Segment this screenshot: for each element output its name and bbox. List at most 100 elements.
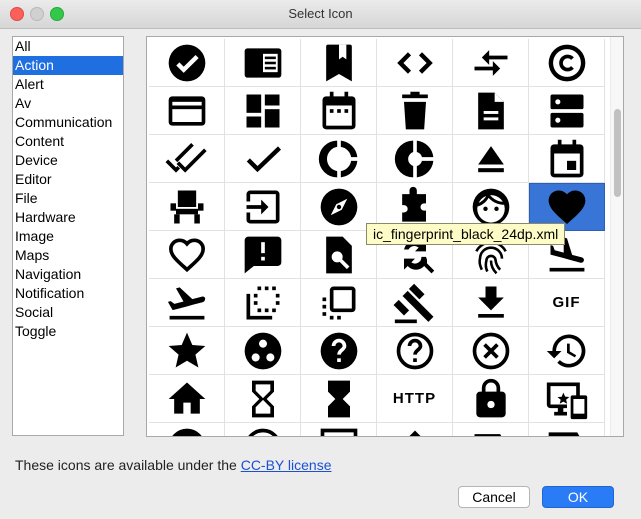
icon-cell-label-outline[interactable] xyxy=(529,423,605,436)
highlight-off-icon xyxy=(472,332,509,369)
code-icon xyxy=(396,51,433,74)
category-item-device[interactable]: Device xyxy=(13,151,123,170)
icon-cell-dashboard[interactable] xyxy=(225,87,301,135)
icon-cell-description[interactable] xyxy=(453,87,529,135)
event-seat-icon xyxy=(170,190,203,223)
icon-cell-gavel[interactable] xyxy=(377,279,453,327)
icon-cell-credit-card[interactable] xyxy=(149,87,225,135)
icon-cell-grade[interactable] xyxy=(149,327,225,375)
license-link[interactable]: CC-BY license xyxy=(241,457,332,473)
category-item-hardware[interactable]: Hardware xyxy=(13,208,123,227)
favorite-border-icon xyxy=(168,237,205,272)
icon-cell-check-circle[interactable] xyxy=(149,39,225,87)
scrollbar-thumb[interactable] xyxy=(614,109,621,197)
invert-colors-icon xyxy=(408,430,421,436)
icon-cell-event[interactable] xyxy=(529,135,605,183)
icon-cell-feedback[interactable] xyxy=(225,231,301,279)
icon-cell-hourglass-empty[interactable] xyxy=(225,375,301,423)
gavel-icon xyxy=(393,283,434,323)
done-icon xyxy=(246,145,281,172)
copyright-icon xyxy=(548,44,585,81)
icon-cell-help[interactable] xyxy=(301,327,377,375)
icon-cell-important-devices[interactable] xyxy=(529,375,605,423)
icon-cell-code[interactable] xyxy=(377,39,453,87)
icon-cell-favorite-border[interactable] xyxy=(149,231,225,279)
title-bar: Select Icon xyxy=(0,0,641,29)
category-list[interactable]: All Action Alert Av Communication Content Devi… xyxy=(12,36,124,436)
icon-cell-help-outline[interactable] xyxy=(377,327,453,375)
icon-cell-exit-to-app[interactable] xyxy=(225,183,301,231)
icon-cell-home[interactable] xyxy=(149,375,225,423)
icon-cell-delete[interactable] xyxy=(377,87,453,135)
category-item-maps[interactable]: Maps xyxy=(13,246,123,265)
eject-icon xyxy=(477,145,504,172)
gif-icon: GIF xyxy=(552,294,581,311)
icon-cell-date-range[interactable] xyxy=(301,87,377,135)
icon-tooltip: ic_fingerprint_black_24dp.xml xyxy=(366,223,566,245)
category-item-all[interactable]: All xyxy=(13,37,123,56)
donut-small-icon xyxy=(394,140,433,177)
category-item-social[interactable]: Social xyxy=(13,303,123,322)
icon-cell-bookmark[interactable] xyxy=(301,39,377,87)
license-prefix: These icons are available under the xyxy=(15,457,241,473)
category-item-image[interactable]: Image xyxy=(13,227,123,246)
icon-cell-flight-takeoff[interactable] xyxy=(149,279,225,327)
icon-cell-done[interactable] xyxy=(225,135,301,183)
icon-cell-get-app[interactable] xyxy=(453,279,529,327)
icon-cell-compare-arrows[interactable] xyxy=(453,39,529,87)
icon-cell-copyright[interactable] xyxy=(529,39,605,87)
category-item-av[interactable]: Av xyxy=(13,94,123,113)
icon-cell-donut-small[interactable] xyxy=(377,135,453,183)
icon-cell-eject[interactable] xyxy=(453,135,529,183)
icon-cell-dns[interactable] xyxy=(529,87,605,135)
icon-cell-hourglass-full[interactable] xyxy=(301,375,377,423)
icon-cell-event-seat[interactable] xyxy=(149,183,225,231)
category-item-editor[interactable]: Editor xyxy=(13,170,123,189)
cancel-button[interactable]: Cancel xyxy=(458,486,530,508)
icon-cell-highlight-off[interactable] xyxy=(453,327,529,375)
date-range-icon xyxy=(322,91,355,129)
group-work-icon xyxy=(244,332,281,369)
home-icon xyxy=(168,382,205,414)
category-item-toggle[interactable]: Toggle xyxy=(13,322,123,341)
icon-cell-info-outline[interactable] xyxy=(225,423,301,436)
check-circle-icon xyxy=(168,44,205,81)
category-item-navigation[interactable]: Navigation xyxy=(13,265,123,284)
icon-cell-donut-large[interactable] xyxy=(301,135,377,183)
icon-cell-input[interactable] xyxy=(301,423,377,436)
http-icon: HTTP xyxy=(392,390,437,407)
dashboard-icon xyxy=(246,94,279,127)
donut-large-icon xyxy=(318,140,357,177)
icon-cell-gif[interactable]: GIF xyxy=(529,279,605,327)
compare-arrows-icon xyxy=(474,49,507,76)
icon-cell-label[interactable] xyxy=(453,423,529,436)
icon-cell-https[interactable] xyxy=(453,375,529,423)
icon-cell-info[interactable] xyxy=(149,423,225,436)
flip-to-front-icon xyxy=(322,286,355,319)
category-item-alert[interactable]: Alert xyxy=(13,75,123,94)
hourglass-full-icon xyxy=(327,380,350,417)
icon-cell-invert-colors[interactable] xyxy=(377,423,453,436)
category-item-action[interactable]: Action xyxy=(13,56,123,75)
label-icon xyxy=(474,433,501,436)
icon-cell-group-work[interactable] xyxy=(225,327,301,375)
label-outline-icon xyxy=(548,431,580,436)
category-item-notification[interactable]: Notification xyxy=(13,284,123,303)
icon-cell-history[interactable] xyxy=(529,327,605,375)
info-outline-icon xyxy=(247,428,278,436)
category-item-content[interactable]: Content xyxy=(13,132,123,151)
category-item-communication[interactable]: Communication xyxy=(13,113,123,132)
extension-icon xyxy=(401,186,426,222)
chrome-reader-mode-icon xyxy=(244,47,281,78)
icon-cell-done-all[interactable] xyxy=(149,135,225,183)
feedback-icon xyxy=(244,236,281,273)
icon-cell-http[interactable]: HTTP xyxy=(377,375,453,423)
help-outline-icon xyxy=(396,332,433,369)
category-item-file[interactable]: File xyxy=(13,189,123,208)
icon-cell-chrome-reader-mode[interactable] xyxy=(225,39,301,87)
scrollbar[interactable] xyxy=(610,37,623,436)
ok-button[interactable]: OK xyxy=(542,486,614,508)
icon-cell-flip-to-back[interactable] xyxy=(225,279,301,327)
icon-cell-flip-to-front[interactable] xyxy=(301,279,377,327)
description-icon xyxy=(477,92,504,129)
